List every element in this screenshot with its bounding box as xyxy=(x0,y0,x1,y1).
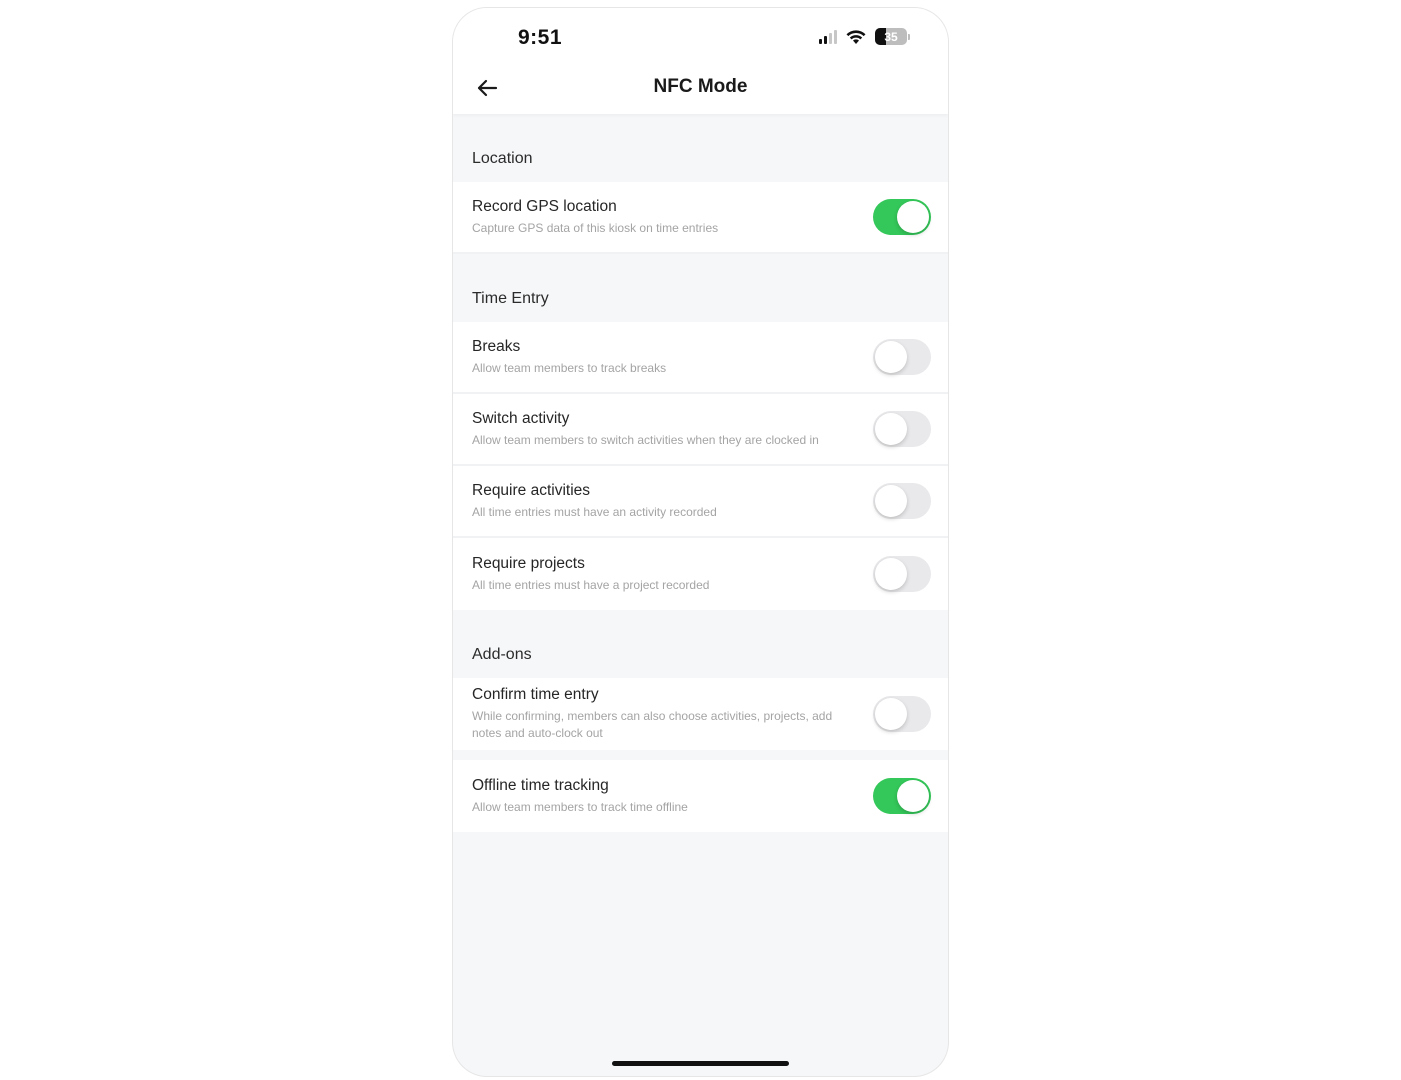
section-divider xyxy=(453,750,948,760)
setting-subtitle: While confirming, members can also choos… xyxy=(472,709,833,740)
require-projects-toggle[interactable] xyxy=(873,556,931,592)
setting-title: Record GPS location xyxy=(472,197,617,215)
setting-title: Offline time tracking xyxy=(472,776,609,794)
record-gps-location-toggle[interactable] xyxy=(873,199,931,235)
setting-subtitle: All time entries must have a project rec… xyxy=(472,577,710,592)
setting-row-require-activities: Require activities All time entries must… xyxy=(453,466,948,538)
setting-title: Require activities xyxy=(472,481,591,499)
setting-subtitle: Allow team members to switch activities … xyxy=(472,432,819,447)
section-header-add-ons: Add-ons xyxy=(472,646,532,663)
require-activities-toggle[interactable] xyxy=(873,483,931,519)
phone-screen: 9:51 35 NFC Mode Location Record GPS loc… xyxy=(453,8,948,1076)
setting-row-breaks: Breaks Allow team members to track break… xyxy=(453,322,948,394)
setting-subtitle: Allow team members to track breaks xyxy=(472,360,667,375)
cellular-signal-icon xyxy=(819,29,837,44)
section-header-time-entry: Time Entry xyxy=(472,290,549,307)
battery-percent: 35 xyxy=(884,29,898,44)
setting-subtitle: Capture GPS data of this kiosk on time e… xyxy=(472,220,719,235)
setting-title: Breaks xyxy=(472,337,521,355)
switch-activity-toggle[interactable] xyxy=(873,411,931,447)
wifi-icon xyxy=(846,29,866,44)
setting-title: Confirm time entry xyxy=(472,686,599,703)
setting-title: Switch activity xyxy=(472,409,570,427)
offline-time-tracking-toggle[interactable] xyxy=(873,778,931,814)
battery-icon: 35 xyxy=(875,28,910,45)
setting-subtitle: All time entries must have an activity r… xyxy=(472,504,717,519)
home-indicator xyxy=(612,1061,789,1066)
page-title: NFC Mode xyxy=(653,76,748,97)
setting-row-confirm-time-entry: Confirm time entry While confirming, mem… xyxy=(453,678,948,750)
breaks-toggle[interactable] xyxy=(873,339,931,375)
setting-row-require-projects: Require projects All time entries must h… xyxy=(453,538,948,610)
top-bar: 9:51 35 NFC Mode xyxy=(453,8,948,114)
setting-row-switch-activity: Switch activity Allow team members to sw… xyxy=(453,394,948,466)
section-header-location: Location xyxy=(472,150,533,167)
setting-title: Require projects xyxy=(472,554,585,572)
status-icons: 35 xyxy=(819,28,910,45)
setting-row-offline-time-tracking: Offline time tracking Allow team members… xyxy=(453,760,948,832)
status-time: 9:51 xyxy=(518,26,563,49)
setting-row-record-gps-location: Record GPS location Capture GPS data of … xyxy=(453,182,948,254)
setting-subtitle: Allow team members to track time offline xyxy=(472,799,688,814)
confirm-time-entry-toggle[interactable] xyxy=(873,696,931,732)
